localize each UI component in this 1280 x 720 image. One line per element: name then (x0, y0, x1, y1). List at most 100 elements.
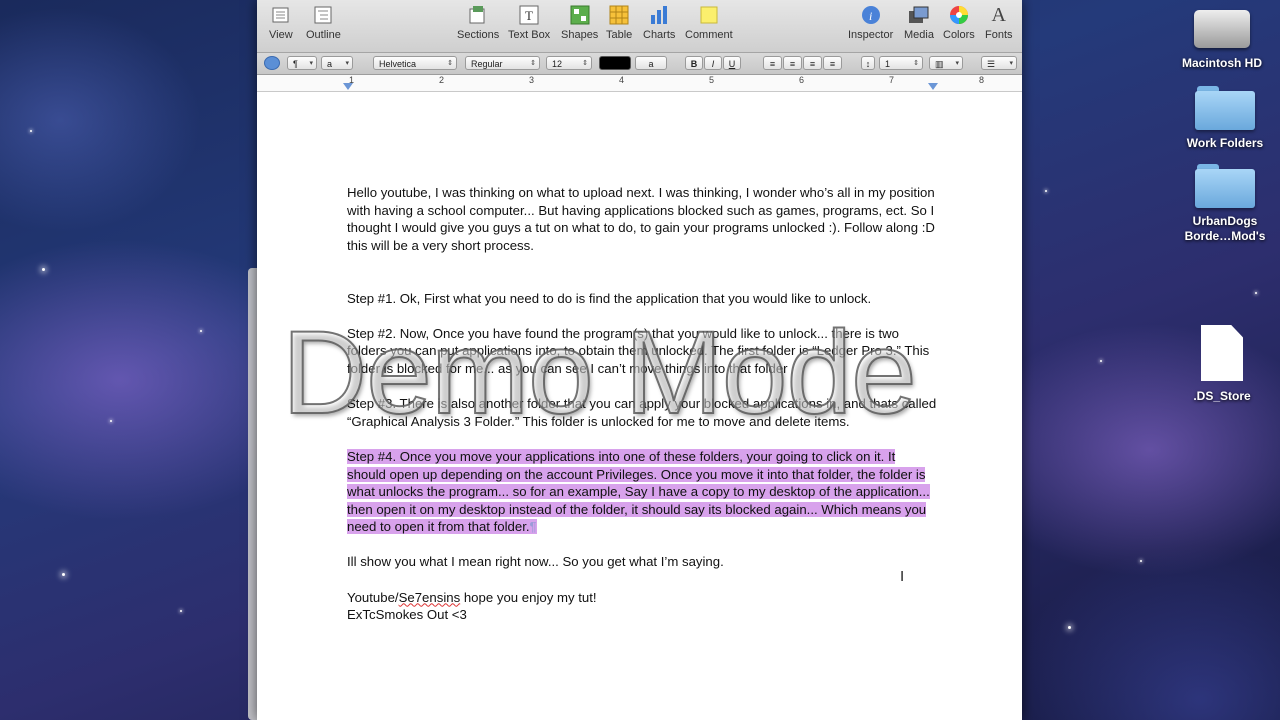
table-button[interactable]: Table (606, 4, 632, 41)
signoff-line-2: ExTcSmokes Out <3 (347, 607, 467, 623)
underline-button[interactable]: U (723, 56, 741, 70)
star (30, 130, 32, 132)
paragraph-style-label: ¶ (293, 59, 298, 69)
text-cursor-icon: I (900, 568, 905, 585)
media-label: Media (904, 29, 934, 41)
updown-arrows-icon: ⇕ (530, 60, 536, 67)
list-icon: ☰ (987, 59, 996, 69)
show-paragraph: Ill show you what I mean right now... So… (347, 554, 724, 570)
line-spacing-field[interactable]: 1 ⇕ (879, 56, 923, 70)
table-label: Table (606, 29, 633, 41)
text-color-well[interactable] (599, 56, 631, 70)
font-weight-popup[interactable]: Regular ⇕ (465, 56, 540, 70)
charts-button[interactable]: Charts (643, 4, 675, 41)
align-left-button[interactable]: ≡ (763, 56, 782, 70)
desktop-icon-label: .DS_Store (1193, 389, 1251, 403)
align-center-button[interactable]: ≡ (783, 56, 802, 70)
chevron-down-icon: ▾ (309, 60, 313, 67)
align-center-icon: ≡ (789, 59, 796, 69)
comment-icon (698, 4, 720, 26)
list-popup[interactable]: ☰ ▾ (981, 56, 1017, 70)
table-icon (608, 4, 630, 26)
inspector-icon: i (860, 4, 882, 26)
hard-drive-icon (1194, 0, 1250, 50)
svg-text:i: i (869, 9, 872, 23)
desktop-icon-macintosh-hd[interactable]: Macintosh HD (1167, 0, 1277, 71)
italic-label: I (711, 59, 715, 69)
paragraph-mark: ¶ (529, 519, 537, 535)
styles-drawer-button[interactable] (264, 56, 280, 70)
shapes-label: Shapes (561, 29, 599, 41)
fonts-button[interactable]: A Fonts (985, 3, 1013, 42)
desktop-icon-work-folders[interactable]: Work Folders (1170, 86, 1280, 151)
media-button[interactable]: Media (904, 4, 934, 41)
svg-text:T: T (525, 8, 533, 23)
step2-paragraph: Step #2. Now, Once you have found the pr… (347, 325, 930, 376)
sections-label: Sections (457, 29, 500, 41)
document-file-icon (1201, 325, 1243, 381)
signoff-line: Youtube/Se7ensins hope you enjoy my tut! (347, 589, 937, 607)
desktop-icon-label: Work Folders (1186, 136, 1264, 150)
desktop-icon-urbandogs[interactable]: UrbanDogs Borde…Mod's (1170, 164, 1280, 244)
ruler-number: 6 (799, 75, 805, 85)
updown-arrows-icon: ⇕ (582, 60, 588, 67)
left-indent-marker[interactable] (343, 83, 353, 90)
character-style-popup[interactable]: a ▾ (321, 56, 353, 70)
justify-icon: ≡ (829, 59, 836, 69)
font-size-value: 12 (552, 59, 563, 69)
step1-paragraph: Step #1. Ok, First what you need to do i… (347, 290, 872, 306)
bold-button[interactable]: B (685, 56, 703, 70)
underline-label: U (728, 59, 736, 69)
toolbar: View Outline Sections T Text Box Shapes (257, 0, 1022, 53)
signoff-suffix: hope you enjoy my tut! (460, 589, 597, 605)
character-style-label: a (327, 59, 333, 69)
document-body[interactable]: Hello youtube, I was thinking on what to… (347, 184, 937, 624)
align-left-icon: ≡ (769, 59, 776, 69)
inspector-button[interactable]: i Inspector (848, 4, 893, 41)
textbox-button[interactable]: T Text Box (508, 4, 550, 41)
view-label: View (269, 29, 293, 41)
sections-button[interactable]: Sections (457, 4, 499, 41)
columns-popup[interactable]: ▥ ▾ (929, 56, 963, 70)
paragraph-style-popup[interactable]: ¶ ▾ (287, 56, 317, 70)
fonts-icon: A (991, 3, 1006, 26)
font-family-popup[interactable]: Helvetica ⇕ (373, 56, 457, 70)
highlight-label: a (648, 59, 654, 69)
align-right-icon: ≡ (809, 59, 816, 69)
signoff-prefix: Youtube/ (347, 589, 399, 605)
columns-icon: ▥ (935, 59, 944, 69)
outline-label: Outline (306, 29, 341, 41)
right-indent-marker[interactable] (928, 83, 938, 90)
star (1068, 626, 1071, 629)
ruler-number: 4 (619, 75, 625, 85)
align-right-button[interactable]: ≡ (803, 56, 822, 70)
background-window-scrollbar[interactable] (248, 268, 257, 720)
chevron-down-icon: ▾ (1009, 60, 1013, 67)
comment-label: Comment (685, 29, 733, 41)
star (1140, 560, 1142, 562)
highlight-color-well[interactable]: a (635, 56, 667, 70)
ruler-number: 8 (979, 75, 985, 85)
outline-button[interactable]: Outline (306, 4, 341, 41)
colors-icon (948, 4, 970, 26)
ruler[interactable]: 1 2 3 4 5 6 7 8 (257, 75, 1022, 92)
comment-button[interactable]: Comment (685, 4, 733, 41)
font-size-field[interactable]: 12 ⇕ (546, 56, 592, 70)
chevron-down-icon: ▾ (345, 60, 349, 67)
star (180, 610, 182, 612)
star (110, 420, 112, 422)
step3-paragraph: Step #3. There is also another folder th… (347, 396, 937, 429)
inspector-label: Inspector (848, 29, 894, 41)
shapes-icon (569, 4, 591, 26)
colors-button[interactable]: Colors (943, 4, 975, 41)
italic-button[interactable]: I (704, 56, 722, 70)
font-weight-value: Regular (471, 59, 503, 69)
line-spacing-icon-button[interactable]: ↕ (861, 56, 875, 70)
view-button[interactable]: View (269, 4, 293, 41)
desktop-icon-ds-store[interactable]: .DS_Store (1167, 325, 1277, 404)
justify-button[interactable]: ≡ (823, 56, 842, 70)
colors-label: Colors (943, 29, 975, 41)
chevron-down-icon: ▾ (955, 60, 959, 67)
star (1045, 190, 1047, 192)
shapes-button[interactable]: Shapes (561, 4, 598, 41)
